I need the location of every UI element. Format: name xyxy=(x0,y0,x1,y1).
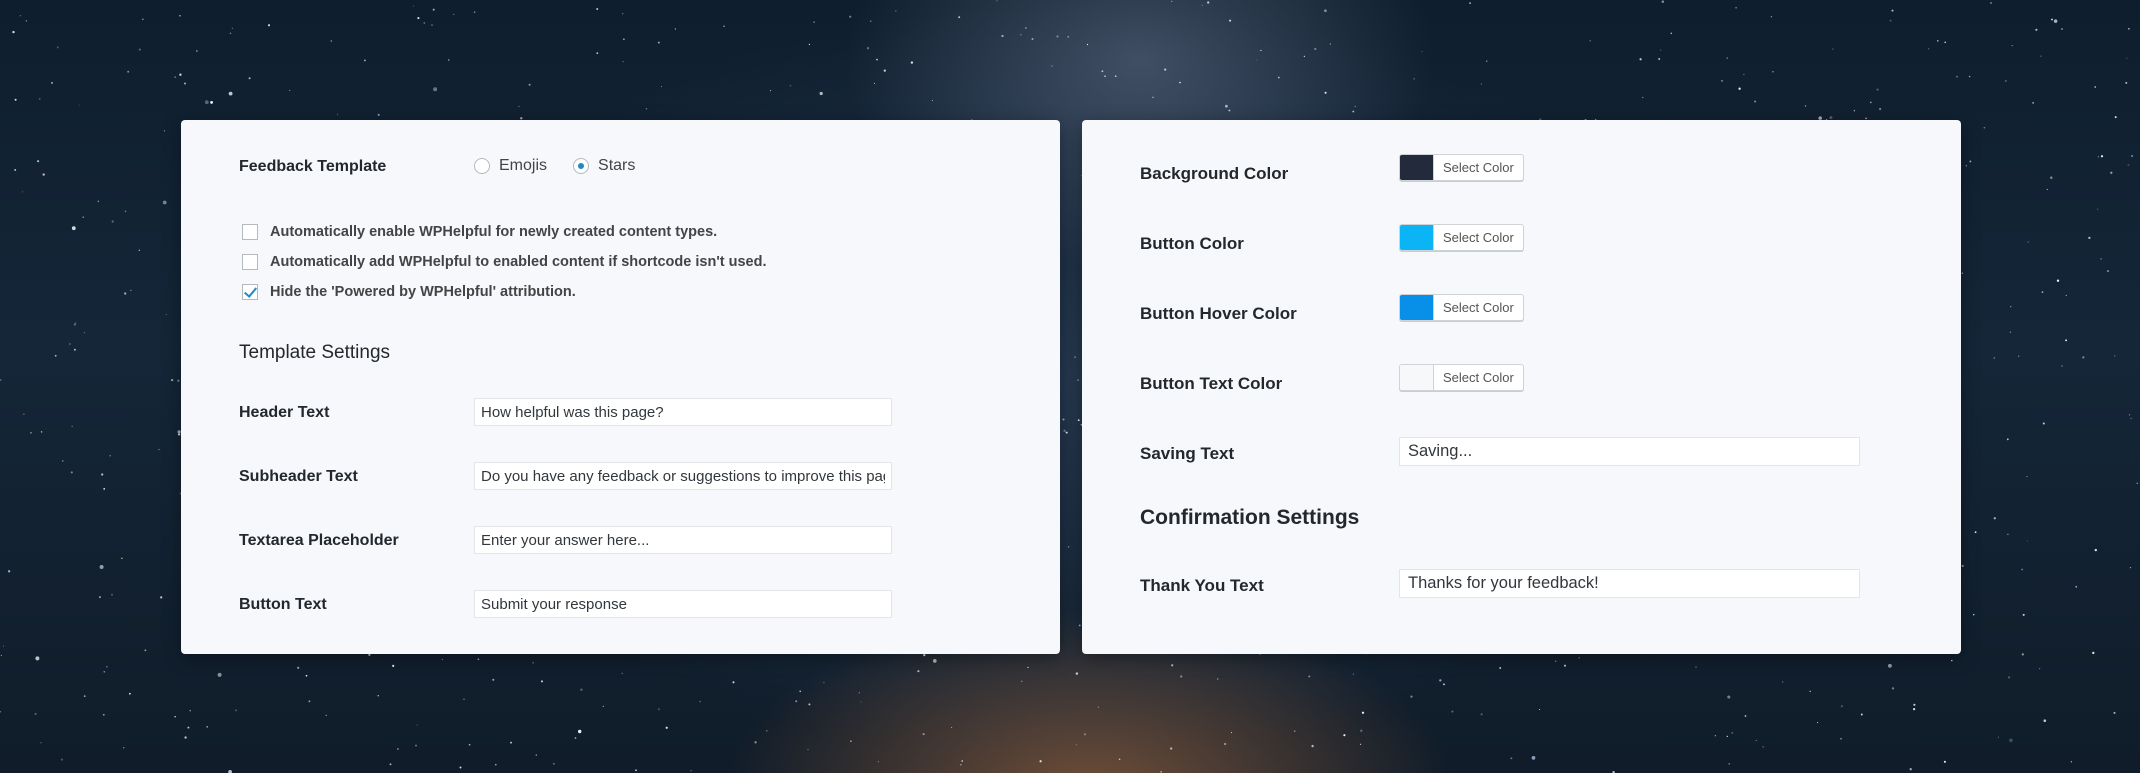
button-text-color-picker[interactable]: Select Color xyxy=(1399,364,1524,391)
checkbox-hide-attribution[interactable]: Hide the 'Powered by WPHelpful' attribut… xyxy=(242,284,576,300)
checkbox-auto-add[interactable]: Automatically add WPHelpful to enabled c… xyxy=(242,254,767,270)
select-color-button: Select Color xyxy=(1434,155,1523,180)
confirmation-settings-title: Confirmation Settings xyxy=(1140,506,1360,529)
button-color-label: Button Color xyxy=(1140,234,1244,253)
button-color-picker[interactable]: Select Color xyxy=(1399,224,1524,251)
radio-emojis-label: Emojis xyxy=(499,157,548,174)
style-settings-panel: Background Color Select Color Button Col… xyxy=(1082,120,1961,654)
subheader-text-label: Subheader Text xyxy=(239,468,358,485)
checkbox-auto-enable-box[interactable] xyxy=(242,224,258,240)
button-text-label: Button Text xyxy=(239,596,327,613)
checkbox-auto-enable-label: Automatically enable WPHelpful for newly… xyxy=(270,224,718,240)
thank-you-text-input[interactable] xyxy=(1399,569,1860,598)
feedback-template-radio-group: Emojis Stars xyxy=(474,157,661,175)
header-text-input[interactable] xyxy=(474,398,892,426)
button-hover-color-swatch xyxy=(1400,295,1434,320)
select-color-button: Select Color xyxy=(1434,295,1523,320)
header-text-label: Header Text xyxy=(239,404,330,421)
select-color-button: Select Color xyxy=(1434,225,1523,250)
button-text-color-swatch xyxy=(1400,365,1434,390)
checkbox-auto-add-label: Automatically add WPHelpful to enabled c… xyxy=(270,254,767,270)
button-text-input[interactable] xyxy=(474,590,892,618)
template-settings-title: Template Settings xyxy=(239,342,391,363)
textarea-placeholder-input[interactable] xyxy=(474,526,892,554)
background-color-picker[interactable]: Select Color xyxy=(1399,154,1524,181)
select-color-button: Select Color xyxy=(1434,365,1523,390)
subheader-text-input[interactable] xyxy=(474,462,892,490)
button-hover-color-label: Button Hover Color xyxy=(1140,304,1297,323)
checkbox-hide-attribution-box[interactable] xyxy=(242,284,258,300)
radio-stars[interactable]: Stars xyxy=(573,157,635,175)
thank-you-text-label: Thank You Text xyxy=(1140,576,1264,595)
background-color-label: Background Color xyxy=(1140,164,1289,183)
saving-text-label: Saving Text xyxy=(1140,444,1235,463)
radio-stars-circle[interactable] xyxy=(573,158,590,174)
button-text-color-label: Button Text Color xyxy=(1140,374,1283,393)
button-color-swatch xyxy=(1400,225,1434,250)
saving-text-input[interactable] xyxy=(1399,437,1860,466)
checkbox-auto-add-box[interactable] xyxy=(242,254,258,270)
radio-emojis[interactable]: Emojis xyxy=(474,157,547,175)
checkbox-auto-enable[interactable]: Automatically enable WPHelpful for newly… xyxy=(242,224,717,240)
feedback-template-label: Feedback Template xyxy=(239,158,387,175)
radio-stars-label: Stars xyxy=(598,157,636,174)
general-settings-panel: Feedback Template Emojis Stars Automatic… xyxy=(181,120,1060,654)
background-color-swatch xyxy=(1400,155,1434,180)
textarea-placeholder-label: Textarea Placeholder xyxy=(239,532,399,549)
checkbox-hide-attribution-label: Hide the 'Powered by WPHelpful' attribut… xyxy=(270,284,576,300)
button-hover-color-picker[interactable]: Select Color xyxy=(1399,294,1524,321)
radio-emojis-circle[interactable] xyxy=(474,158,490,174)
